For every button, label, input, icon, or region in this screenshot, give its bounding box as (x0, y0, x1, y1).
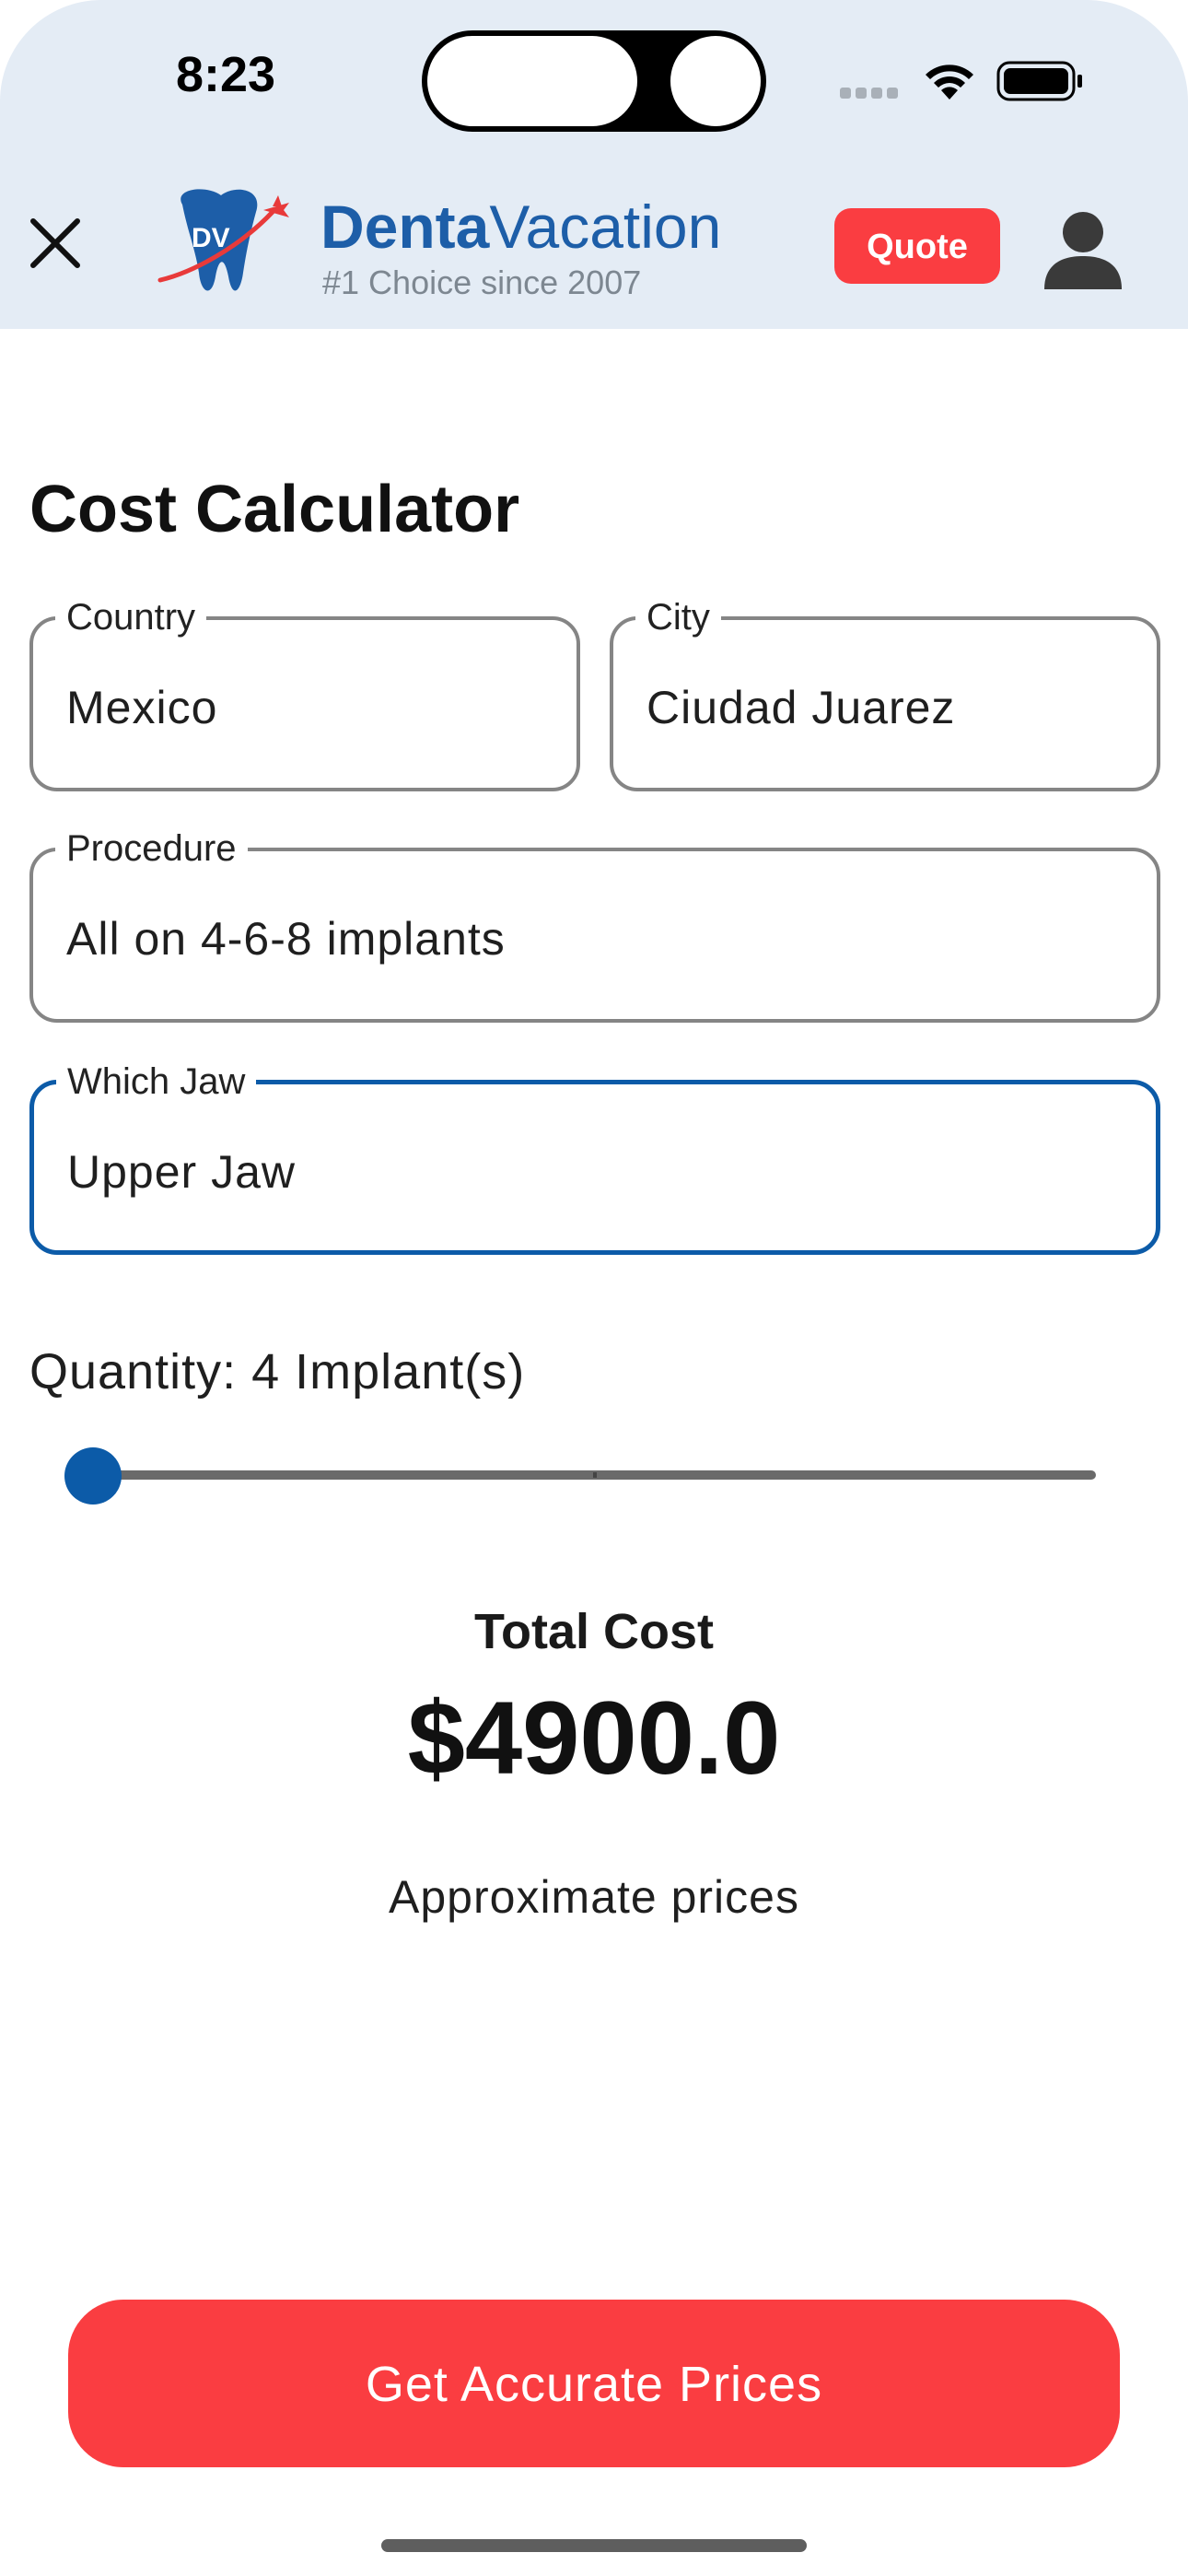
page-title: Cost Calculator (29, 473, 520, 546)
procedure-label: Procedure (55, 825, 248, 872)
quantity-slider-thumb[interactable] (64, 1447, 122, 1505)
procedure-value: All on 4-6-8 implants (66, 913, 506, 965)
dentavacation-logo[interactable]: DV (155, 184, 293, 304)
jaw-value: Upper Jaw (67, 1146, 296, 1198)
close-icon[interactable] (26, 214, 85, 273)
battery-icon (996, 61, 1082, 101)
procedure-select[interactable]: Procedure All on 4-6-8 implants (29, 825, 1160, 1023)
dynamic-island (422, 30, 766, 132)
profile-icon[interactable] (1039, 205, 1127, 293)
brand-tagline: #1 Choice since 2007 (322, 263, 642, 301)
total-cost-label: Total Cost (474, 1604, 714, 1659)
city-select[interactable]: City Ciudad Juarez (610, 594, 1160, 791)
brand-name-regular: Vacation (489, 193, 722, 261)
signal-icon (840, 87, 903, 103)
approximate-prices-note: Approximate prices (389, 1871, 799, 1923)
country-label: Country (55, 594, 207, 640)
status-time: 8:23 (175, 47, 276, 102)
country-value: Mexico (66, 682, 218, 733)
jaw-label: Which Jaw (56, 1059, 257, 1105)
jaw-select[interactable]: Which Jaw Upper Jaw (29, 1059, 1160, 1255)
home-indicator (381, 2539, 807, 2552)
country-select[interactable]: Country Mexico (29, 594, 580, 791)
quantity-slider-tick (593, 1472, 597, 1478)
city-label: City (635, 594, 721, 640)
wifi-icon (926, 64, 973, 100)
quantity-label: Quantity: 4 Implant(s) (29, 1344, 526, 1399)
brand-name: DentaVacation (320, 192, 721, 262)
brand-name-bold: Denta (320, 193, 490, 261)
svg-text:DV: DV (192, 223, 230, 253)
total-cost-value: $4900.0 (407, 1680, 781, 1796)
quote-button[interactable]: Quote (834, 208, 1000, 284)
get-accurate-prices-button[interactable]: Get Accurate Prices (68, 2300, 1120, 2467)
city-value: Ciudad Juarez (646, 682, 956, 733)
